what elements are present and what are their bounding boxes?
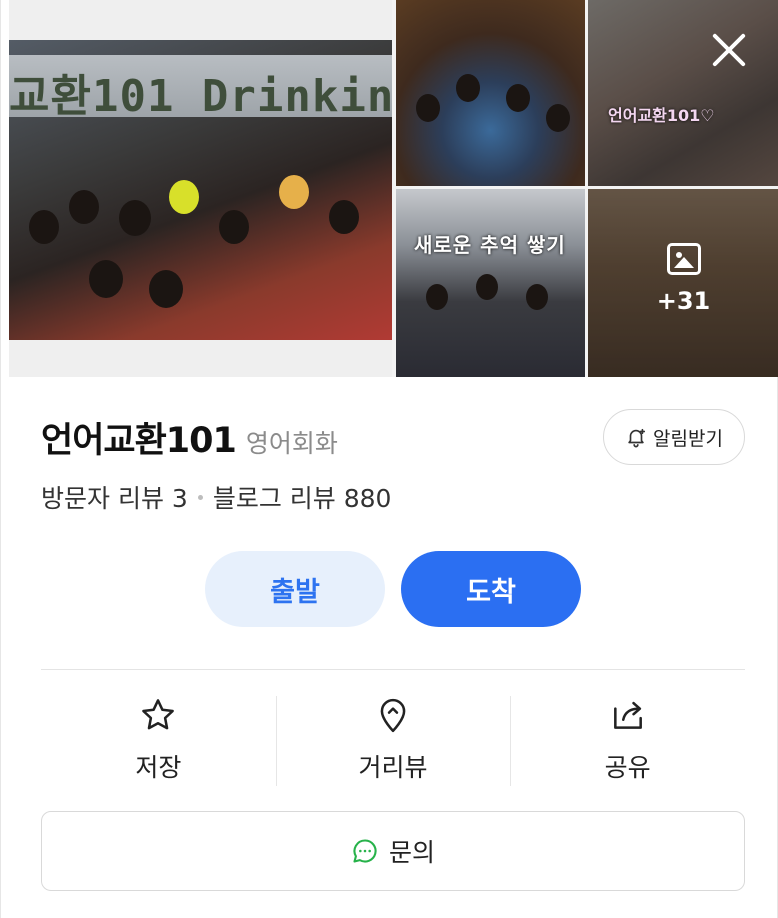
divider xyxy=(41,669,745,670)
more-photos-count: +31 xyxy=(656,287,711,315)
notify-button[interactable]: 알림받기 xyxy=(603,409,745,465)
inquiry-button[interactable]: 문의 xyxy=(41,811,745,891)
visitor-reviews-link[interactable]: 방문자 리뷰 3 xyxy=(41,479,188,515)
photo-caption: 새로운 추억 쌓기 xyxy=(414,233,566,257)
photo-main[interactable]: 교환101 Drinking P xyxy=(9,0,392,377)
share-label: 공유 xyxy=(604,753,651,782)
photo-top-left[interactable] xyxy=(396,0,585,186)
bell-plus-icon xyxy=(628,428,646,448)
place-title-row: 언어교환101 영어회화 xyxy=(41,412,338,461)
photo-gallery: 교환101 Drinking P xyxy=(9,0,778,377)
photo-banner-text: 교환101 Drinking P xyxy=(9,71,392,122)
separator-dot xyxy=(197,494,203,500)
notify-label: 알림받기 xyxy=(653,427,723,450)
arrive-button[interactable]: 도착 xyxy=(401,551,581,627)
photo-top-right[interactable]: 언어교환101♡ xyxy=(588,0,778,186)
place-name: 언어교환101 xyxy=(41,421,237,461)
street-view-label: 거리뷰 xyxy=(358,753,428,782)
map-pin-icon xyxy=(380,698,406,733)
close-icon[interactable] xyxy=(709,30,749,70)
place-card: 교환101 Drinking P xyxy=(0,0,778,918)
photo-caption: 언어교환101♡ xyxy=(608,106,715,125)
more-photos-badge: +31 xyxy=(588,243,778,315)
save-label: 저장 xyxy=(135,753,182,782)
share-button[interactable]: 공유 xyxy=(510,690,745,790)
street-view-button[interactable]: 거리뷰 xyxy=(275,690,511,790)
action-bar: 저장 거리뷰 공유 xyxy=(41,690,745,790)
chat-bubble-icon xyxy=(353,839,377,863)
blog-reviews-link[interactable]: 블로그 리뷰 880 xyxy=(213,479,392,515)
star-icon xyxy=(142,699,175,730)
review-summary: 방문자 리뷰 3 블로그 리뷰 880 xyxy=(41,479,391,515)
depart-button[interactable]: 출발 xyxy=(205,551,385,627)
photo-crowd xyxy=(9,170,392,377)
save-button[interactable]: 저장 xyxy=(41,690,276,790)
inquiry-label: 문의 xyxy=(388,838,435,867)
place-category: 영어회화 xyxy=(245,429,338,458)
photo-bottom-left[interactable]: 새로운 추억 쌓기 xyxy=(396,189,585,377)
photo-more[interactable]: +31 xyxy=(588,189,778,377)
image-icon xyxy=(666,243,701,275)
share-icon xyxy=(613,701,642,729)
photo-top-right-image xyxy=(588,0,778,186)
